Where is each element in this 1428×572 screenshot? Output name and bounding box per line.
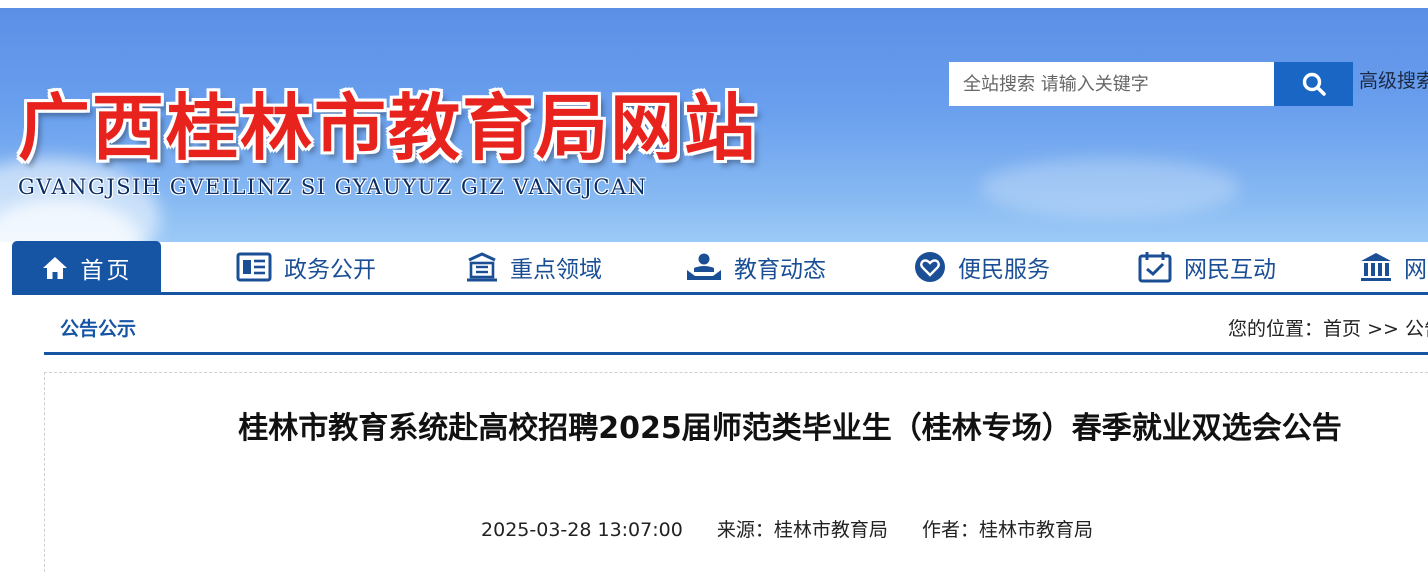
breadcrumb-home-link[interactable]: 首页 [1323, 318, 1361, 340]
section-title: 公告公示 [60, 318, 137, 340]
search-icon [1302, 72, 1326, 96]
article-author: 作者：桂林市教育局 [922, 519, 1093, 541]
article-title: 桂林市教育系统赴高校招聘2025届师范类毕业生（桂林专场）春季就业双选会公告 [238, 411, 1342, 446]
location-label: 您的位置： [1228, 318, 1324, 340]
article-source: 来源：桂林市教育局 [717, 519, 888, 541]
nav-item-label: 便民服务 [958, 257, 1050, 283]
site-subtitle: GVANGJSIH GVEILINZ SI GYAUYUZ GIZ VANGJC… [18, 175, 648, 199]
building-icon [467, 252, 497, 282]
heart-icon [915, 252, 945, 282]
breadcrumb: 您的位置：首页 >> 公告公示 [1228, 314, 1428, 341]
nav-item-gov-affairs[interactable]: 政务公开 [236, 250, 376, 284]
calendar-check-icon [1138, 252, 1172, 283]
cloud-decoration [980, 158, 1240, 218]
breadcrumb-bar: 公告公示 [44, 300, 1428, 352]
breadcrumb-underline [44, 352, 1428, 355]
site-title: 广西桂林市教育局网站 [18, 86, 759, 170]
bank-icon [1361, 253, 1391, 281]
nav-item-label: 网民互动 [1184, 257, 1276, 283]
home-icon [42, 257, 67, 279]
author-value: 桂林市教育局 [978, 519, 1093, 541]
search-button[interactable] [1274, 62, 1353, 106]
top-strip [0, 0, 1428, 8]
source-label: 来源： [716, 519, 774, 541]
nav-item-interaction[interactable]: 网民互动 [1138, 250, 1276, 284]
site-header: 广西桂林市教育局网站 GVANGJSIH GVEILINZ SI GYAUYUZ… [0, 8, 1428, 242]
author-label: 作者： [921, 519, 979, 541]
nav-item-label: 重点领域 [510, 257, 602, 283]
advanced-search-link[interactable]: 高级搜索 [1359, 66, 1428, 93]
nav-item-services[interactable]: 便民服务 [914, 250, 1050, 284]
nav-item-edu-news[interactable]: 教育动态 [686, 250, 826, 284]
nav-home-label: 首页 [80, 258, 133, 284]
nav-underline [12, 292, 1428, 295]
nav-item-label: 教育动态 [734, 257, 826, 283]
person-hands-icon [687, 253, 721, 280]
source-value: 桂林市教育局 [773, 519, 888, 541]
article-meta: 2025-03-28 13:07:00 来源：桂林市教育局 作者：桂林市教育局 [45, 515, 1428, 542]
nav-item-label: 政务公开 [284, 257, 376, 283]
breadcrumb-separator: >> [1367, 318, 1399, 340]
search-input[interactable] [949, 62, 1274, 106]
nav-item-label: 网站 [1404, 257, 1428, 283]
breadcrumb-current-link[interactable]: 公告公示 [1405, 318, 1428, 340]
document-icon [236, 252, 272, 282]
article-panel: 桂林市教育系统赴高校招聘2025届师范类毕业生（桂林专场）春季就业双选会公告 2… [44, 372, 1428, 572]
nav-item-website[interactable]: 网站 [1360, 250, 1428, 284]
nav-home[interactable]: 首页 [12, 241, 161, 295]
nav-item-key-areas[interactable]: 重点领域 [466, 250, 602, 284]
article-date: 2025-03-28 13:07:00 [481, 519, 683, 541]
